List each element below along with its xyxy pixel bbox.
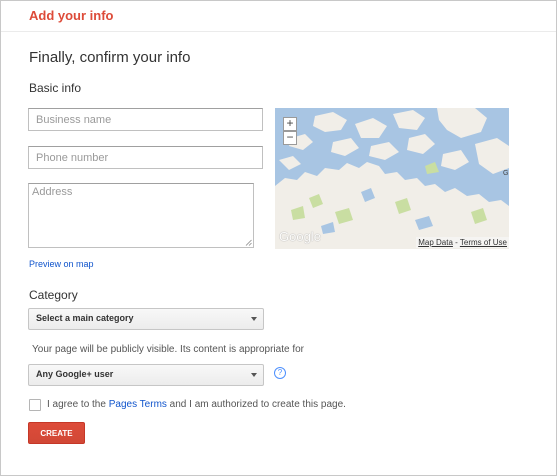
business-name-field[interactable] xyxy=(28,108,263,131)
address-textarea[interactable] xyxy=(29,184,253,247)
map-terms-link[interactable]: Terms of Use xyxy=(460,238,507,247)
chevron-down-icon xyxy=(251,373,257,377)
pages-terms-link[interactable]: Pages Terms xyxy=(109,399,167,410)
phone-number-input[interactable] xyxy=(29,147,262,168)
map-data-link[interactable]: Map Data xyxy=(418,238,453,247)
agree-suffix: and I am authorized to create this page. xyxy=(166,399,346,410)
map-edge-label: G xyxy=(503,170,509,177)
help-icon[interactable]: ? xyxy=(274,367,286,379)
map-terrain xyxy=(275,108,509,249)
terms-agreement-text: I agree to the Pages Terms and I am auth… xyxy=(47,399,346,410)
page-title: Add your info xyxy=(29,8,114,23)
chevron-down-icon xyxy=(251,317,257,321)
page-frame: Add your info Finally, confirm your info… xyxy=(0,0,557,476)
preview-on-map-link[interactable]: Preview on map xyxy=(29,259,94,269)
map-panel[interactable]: + − G Google Map Data - Terms of Use xyxy=(275,108,509,249)
audience-select[interactable]: Any Google+ user xyxy=(28,364,264,386)
category-select[interactable]: Select a main category xyxy=(28,308,264,330)
category-select-value: Select a main category xyxy=(36,313,134,323)
business-name-input[interactable] xyxy=(29,109,262,130)
address-field[interactable] xyxy=(28,183,254,248)
create-button[interactable]: CREATE xyxy=(28,422,85,444)
category-label: Category xyxy=(29,288,78,302)
resize-grip-icon[interactable] xyxy=(245,239,252,246)
audience-select-value: Any Google+ user xyxy=(36,369,114,379)
agree-prefix: I agree to the xyxy=(47,399,109,410)
form-heading: Finally, confirm your info xyxy=(29,49,191,66)
visibility-notice: Your page will be publicly visible. Its … xyxy=(32,344,305,355)
basic-info-label: Basic info xyxy=(29,81,82,95)
map-zoom-out-button[interactable]: − xyxy=(283,131,297,145)
google-map-logo: Google xyxy=(279,229,321,244)
phone-number-field[interactable] xyxy=(28,146,263,169)
header-bar: Add your info xyxy=(1,1,556,32)
map-attribution: Map Data - Terms of Use xyxy=(416,237,509,248)
attribution-separator: - xyxy=(452,238,460,247)
terms-checkbox[interactable] xyxy=(29,399,41,411)
map-zoom-in-button[interactable]: + xyxy=(283,117,297,131)
